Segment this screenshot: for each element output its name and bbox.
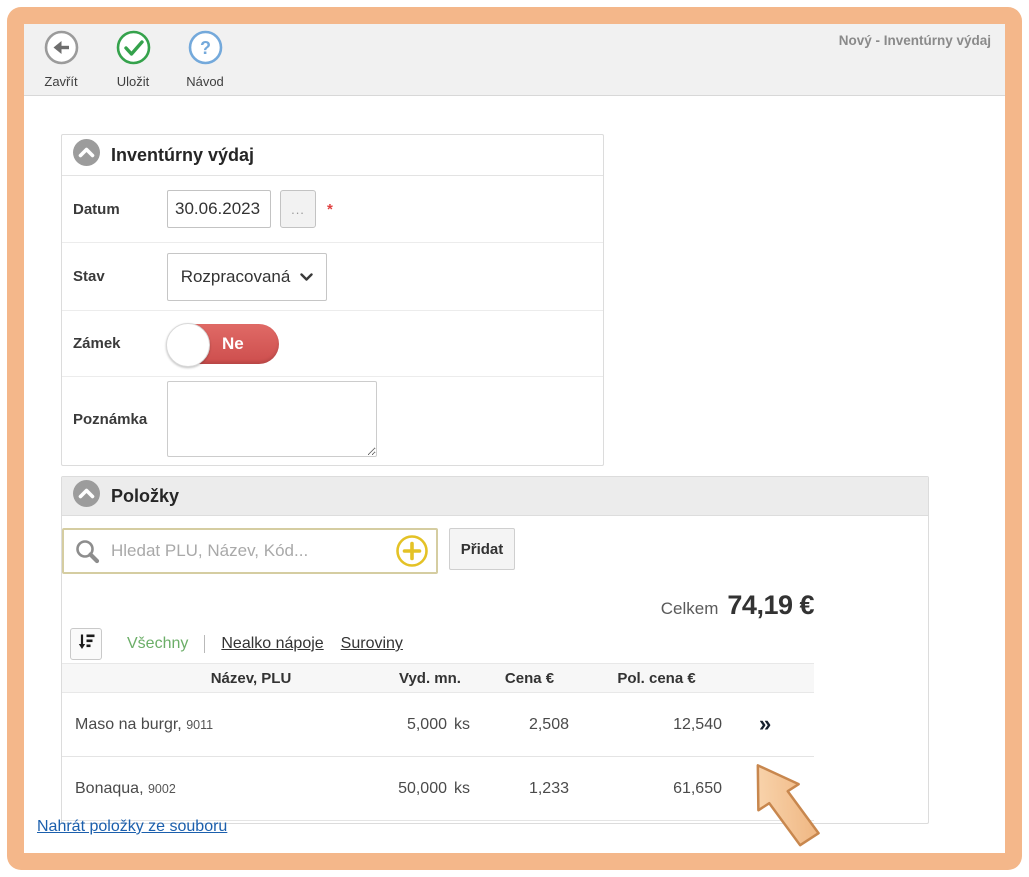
filter-bar: Všechny Nealko nápoje Suroviny xyxy=(70,629,403,659)
status-select[interactable]: Rozpracovaná xyxy=(167,253,327,301)
status-label: Stav xyxy=(62,268,167,285)
upload-items-link[interactable]: Nahrát položky ze souboru xyxy=(37,818,227,836)
item-qty: 50,000 xyxy=(398,780,447,797)
item-unit: ks xyxy=(454,780,470,797)
note-textarea[interactable] xyxy=(167,381,377,457)
double-chevron-right-icon: » xyxy=(759,711,771,736)
form-panel-title: Inventúrny výdaj xyxy=(111,145,254,166)
table-header-row: Název, PLU Vyd. mn. Cena € Pol. cena € xyxy=(62,663,814,693)
sort-button[interactable] xyxy=(70,628,102,660)
item-search-input[interactable] xyxy=(109,540,395,562)
toolbar-buttons: Zavřít Uložit ? xyxy=(33,29,233,89)
item-plu: 9011 xyxy=(186,718,213,732)
item-total: 12,540 xyxy=(579,716,734,734)
row-open-button[interactable]: » xyxy=(734,777,814,800)
page-content: Zavřít Uložit ? xyxy=(24,24,1005,853)
total-value: 74,19 € xyxy=(727,590,814,621)
header-name-plu: Název, PLU xyxy=(62,670,380,687)
close-button[interactable]: Zavřít xyxy=(33,29,89,89)
filter-divider xyxy=(204,635,205,653)
header-qty: Vyd. mn. xyxy=(380,670,480,687)
filter-suroviny[interactable]: Suroviny xyxy=(341,635,403,653)
collapse-chevron-up-icon[interactable] xyxy=(73,480,100,512)
header-price: Cena € xyxy=(480,670,579,687)
table-row[interactable]: Bonaqua, 9002 50,000 ks 1,233 61,650 » xyxy=(62,757,814,821)
lock-toggle-value: Ne xyxy=(222,334,244,354)
items-panel-title: Položky xyxy=(111,486,179,507)
filter-nealko-napoje[interactable]: Nealko nápoje xyxy=(221,635,323,653)
item-total: 61,650 xyxy=(579,780,734,798)
lock-toggle[interactable]: Ne xyxy=(167,324,279,364)
help-button[interactable]: ? Návod xyxy=(177,29,233,89)
item-unit: ks xyxy=(454,716,470,733)
note-label: Poznámka xyxy=(62,411,167,428)
help-button-label: Návod xyxy=(186,74,224,89)
date-row: Datum ... * xyxy=(62,176,603,243)
application-window: Zavřít Uložit ? xyxy=(0,0,1029,877)
item-price: 2,508 xyxy=(480,716,579,734)
total-amount: Celkem 74,19 € xyxy=(661,590,814,621)
add-plus-icon[interactable] xyxy=(395,534,429,568)
form-panel-header: Inventúrny výdaj xyxy=(62,135,603,176)
required-asterisk: * xyxy=(327,201,333,218)
item-plu: 9002 xyxy=(148,782,176,796)
items-panel-header: Položky xyxy=(62,477,928,516)
note-row: Poznámka xyxy=(62,377,603,461)
save-button-label: Uložit xyxy=(117,74,150,89)
chevron-down-icon xyxy=(300,267,313,287)
toolbar: Zavřít Uložit ? xyxy=(24,24,1005,96)
status-row: Stav Rozpracovaná xyxy=(62,243,603,311)
items-panel: Položky Přidat xyxy=(61,476,929,824)
sort-descending-icon xyxy=(78,633,95,655)
header-item-total: Pol. cena € xyxy=(579,670,734,687)
status-select-value: Rozpracovaná xyxy=(181,267,291,287)
item-search-box xyxy=(62,528,438,574)
question-circle-icon: ? xyxy=(187,29,224,71)
date-picker-button[interactable]: ... xyxy=(280,190,316,228)
back-arrow-circle-icon xyxy=(43,29,80,71)
search-icon xyxy=(74,538,101,565)
add-item-button[interactable]: Přidat xyxy=(449,528,515,570)
date-input[interactable] xyxy=(167,190,271,228)
item-name: Bonaqua, xyxy=(75,780,144,797)
date-label: Datum xyxy=(62,201,167,218)
save-button[interactable]: Uložit xyxy=(105,29,161,89)
lock-label: Zámek xyxy=(62,335,167,352)
item-price: 1,233 xyxy=(480,780,579,798)
items-table: Název, PLU Vyd. mn. Cena € Pol. cena € M… xyxy=(62,663,814,821)
toggle-knob xyxy=(166,323,210,367)
check-circle-icon xyxy=(115,29,152,71)
close-button-label: Zavřít xyxy=(44,74,77,89)
svg-text:?: ? xyxy=(200,38,211,58)
collapse-chevron-up-icon[interactable] xyxy=(73,139,100,171)
lock-row: Zámek Ne xyxy=(62,311,603,377)
filter-all[interactable]: Všechny xyxy=(127,635,188,653)
item-qty: 5,000 xyxy=(407,716,447,733)
table-row[interactable]: Maso na burgr, 9011 5,000 ks 2,508 12,540… xyxy=(62,693,814,757)
item-name: Maso na burgr, xyxy=(75,716,182,733)
inventory-form-panel: Inventúrny výdaj Datum ... * Stav Rozpra… xyxy=(61,134,604,466)
double-chevron-right-icon: » xyxy=(759,775,771,800)
window-title: Nový - Inventúrny výdaj xyxy=(839,33,991,48)
total-label: Celkem xyxy=(661,599,719,619)
row-open-button[interactable]: » xyxy=(734,713,814,736)
